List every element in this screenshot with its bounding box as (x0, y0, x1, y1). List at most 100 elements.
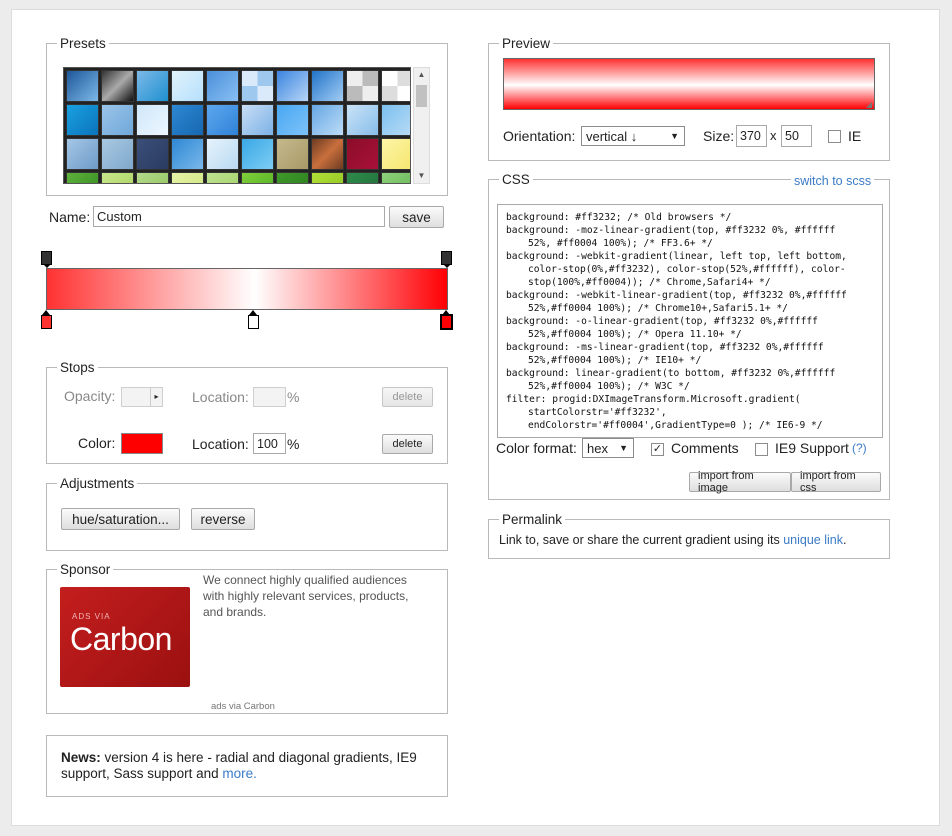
opacity-location-label: Location: (192, 389, 249, 405)
preset-swatch[interactable] (66, 104, 99, 136)
color-format-value: hex (587, 440, 608, 456)
preset-swatch[interactable] (101, 70, 134, 102)
opacity-stop-right[interactable] (441, 251, 452, 268)
color-location-input[interactable]: 100 (253, 433, 286, 454)
preset-swatch[interactable] (311, 70, 344, 102)
opacity-delete-button[interactable]: delete (382, 387, 433, 407)
preset-swatch[interactable] (276, 104, 309, 136)
css-line: background: #ff3232; /* Old browsers */ (506, 212, 732, 223)
preset-swatch[interactable] (276, 172, 309, 183)
preset-swatch[interactable] (101, 172, 134, 183)
preset-swatch[interactable] (101, 138, 134, 170)
preset-swatch[interactable] (381, 104, 410, 136)
save-button[interactable]: save (389, 206, 444, 228)
preset-swatch[interactable] (346, 138, 379, 170)
preset-swatch[interactable] (136, 104, 169, 136)
preset-swatch[interactable] (241, 172, 274, 183)
ie9-help-link[interactable]: (?) (852, 441, 867, 455)
color-format-select[interactable]: hex ▼ (582, 438, 634, 458)
preset-swatch[interactable] (276, 70, 309, 102)
sponsor-text[interactable]: We connect highly qualified audiences wi… (203, 572, 423, 620)
preset-swatch[interactable] (346, 172, 379, 183)
color-delete-button[interactable]: delete (382, 434, 433, 454)
preset-swatch[interactable] (276, 138, 309, 170)
preset-swatch[interactable] (136, 172, 169, 183)
import-from-css-button[interactable]: import from css (791, 470, 881, 494)
import-from-image-button[interactable]: import from image (689, 470, 791, 494)
preset-swatch[interactable] (171, 104, 204, 136)
opacity-stop-left[interactable] (41, 251, 52, 268)
presets-scrollbar[interactable]: ▲ ▼ (413, 67, 430, 184)
preset-swatch[interactable] (66, 138, 99, 170)
ie-checkbox[interactable] (828, 130, 841, 143)
preset-swatch[interactable] (381, 138, 410, 170)
dropdown-caret-icon: ▼ (670, 131, 679, 141)
sponsor-footer[interactable]: ads via Carbon (211, 701, 275, 712)
width-input[interactable]: 370 (736, 125, 767, 147)
dropdown-caret-icon: ▼ (619, 443, 628, 453)
opacity-percent: % (287, 389, 300, 405)
preset-swatch[interactable] (241, 70, 274, 102)
preset-swatch[interactable] (206, 104, 239, 136)
news-more-link[interactable]: more. (222, 766, 257, 781)
carbon-ad-image[interactable]: ADS VIA Carbon (60, 587, 190, 687)
preset-swatch[interactable] (171, 70, 204, 102)
resize-handle-icon[interactable]: ◢ (866, 100, 872, 109)
color-stop-100[interactable] (440, 310, 453, 330)
gradient-bar[interactable] (46, 268, 448, 310)
opacity-label: Opacity: (64, 388, 116, 404)
news-box: News: version 4 is here - radial and dia… (46, 735, 448, 797)
preset-swatch[interactable] (136, 70, 169, 102)
preset-swatch[interactable] (311, 138, 344, 170)
preset-swatch[interactable] (346, 104, 379, 136)
color-stop-52[interactable] (248, 310, 259, 329)
size-label: Size: (703, 128, 735, 144)
page: Presets ▲ ▼ Name: Custom save Stops Opac… (11, 9, 940, 826)
unique-link[interactable]: unique link (783, 533, 843, 547)
preset-swatch[interactable] (66, 70, 99, 102)
css-line: background: -o-linear-gradient(top, #ff3… (506, 316, 818, 327)
preset-swatch[interactable] (206, 172, 239, 183)
preset-swatch[interactable] (206, 138, 239, 170)
preset-swatch[interactable] (381, 70, 410, 102)
preset-swatch[interactable] (66, 172, 99, 183)
caret-right-icon[interactable]: ▸ (150, 388, 162, 406)
preset-swatch[interactable] (206, 70, 239, 102)
preset-swatch[interactable] (171, 138, 204, 170)
color-picker[interactable] (121, 433, 163, 454)
preset-swatch[interactable] (241, 104, 274, 136)
preset-swatch[interactable] (101, 104, 134, 136)
comments-checkbox[interactable]: ✓ (651, 443, 664, 456)
height-input[interactable]: 50 (781, 125, 812, 147)
color-percent: % (287, 436, 300, 452)
scroll-down-icon[interactable]: ▼ (414, 169, 429, 183)
orientation-select[interactable]: vertical ↓ ▼ (581, 126, 685, 146)
switch-to-scss-link[interactable]: switch to scss (791, 174, 875, 188)
presets-grid (63, 67, 411, 184)
opacity-input[interactable]: ▸ (121, 387, 163, 407)
preset-swatch[interactable] (136, 138, 169, 170)
preset-swatch[interactable] (311, 172, 344, 183)
opacity-location-input[interactable] (253, 387, 286, 407)
scroll-thumb[interactable] (416, 85, 427, 107)
hue-saturation-button[interactable]: hue/saturation... (61, 508, 180, 530)
color-location-label: Location: (192, 436, 249, 452)
color-stop-0[interactable] (41, 310, 52, 329)
preset-swatch[interactable] (311, 104, 344, 136)
presets-legend: Presets (60, 36, 106, 51)
presets-panel: Presets ▲ ▼ (46, 36, 448, 196)
preset-swatch[interactable] (241, 138, 274, 170)
scroll-up-icon[interactable]: ▲ (414, 68, 429, 82)
css-code[interactable]: background: #ff3232; /* Old browsers */ b… (497, 204, 883, 438)
css-line: 52%,#ff0004 100%); /* Opera 11.10+ */ (528, 329, 742, 340)
ie9-checkbox[interactable] (755, 443, 768, 456)
reverse-button[interactable]: reverse (191, 508, 255, 530)
css-line: background: -ms-linear-gradient(top, #ff… (506, 342, 824, 353)
preset-swatch[interactable] (346, 70, 379, 102)
permalink-text-row: Link to, save or share the current gradi… (499, 533, 846, 547)
preset-swatch[interactable] (171, 172, 204, 183)
stops-legend: Stops (60, 360, 95, 375)
name-input[interactable]: Custom (93, 206, 385, 227)
adjustments-legend: Adjustments (60, 476, 135, 491)
preset-swatch[interactable] (381, 172, 410, 183)
